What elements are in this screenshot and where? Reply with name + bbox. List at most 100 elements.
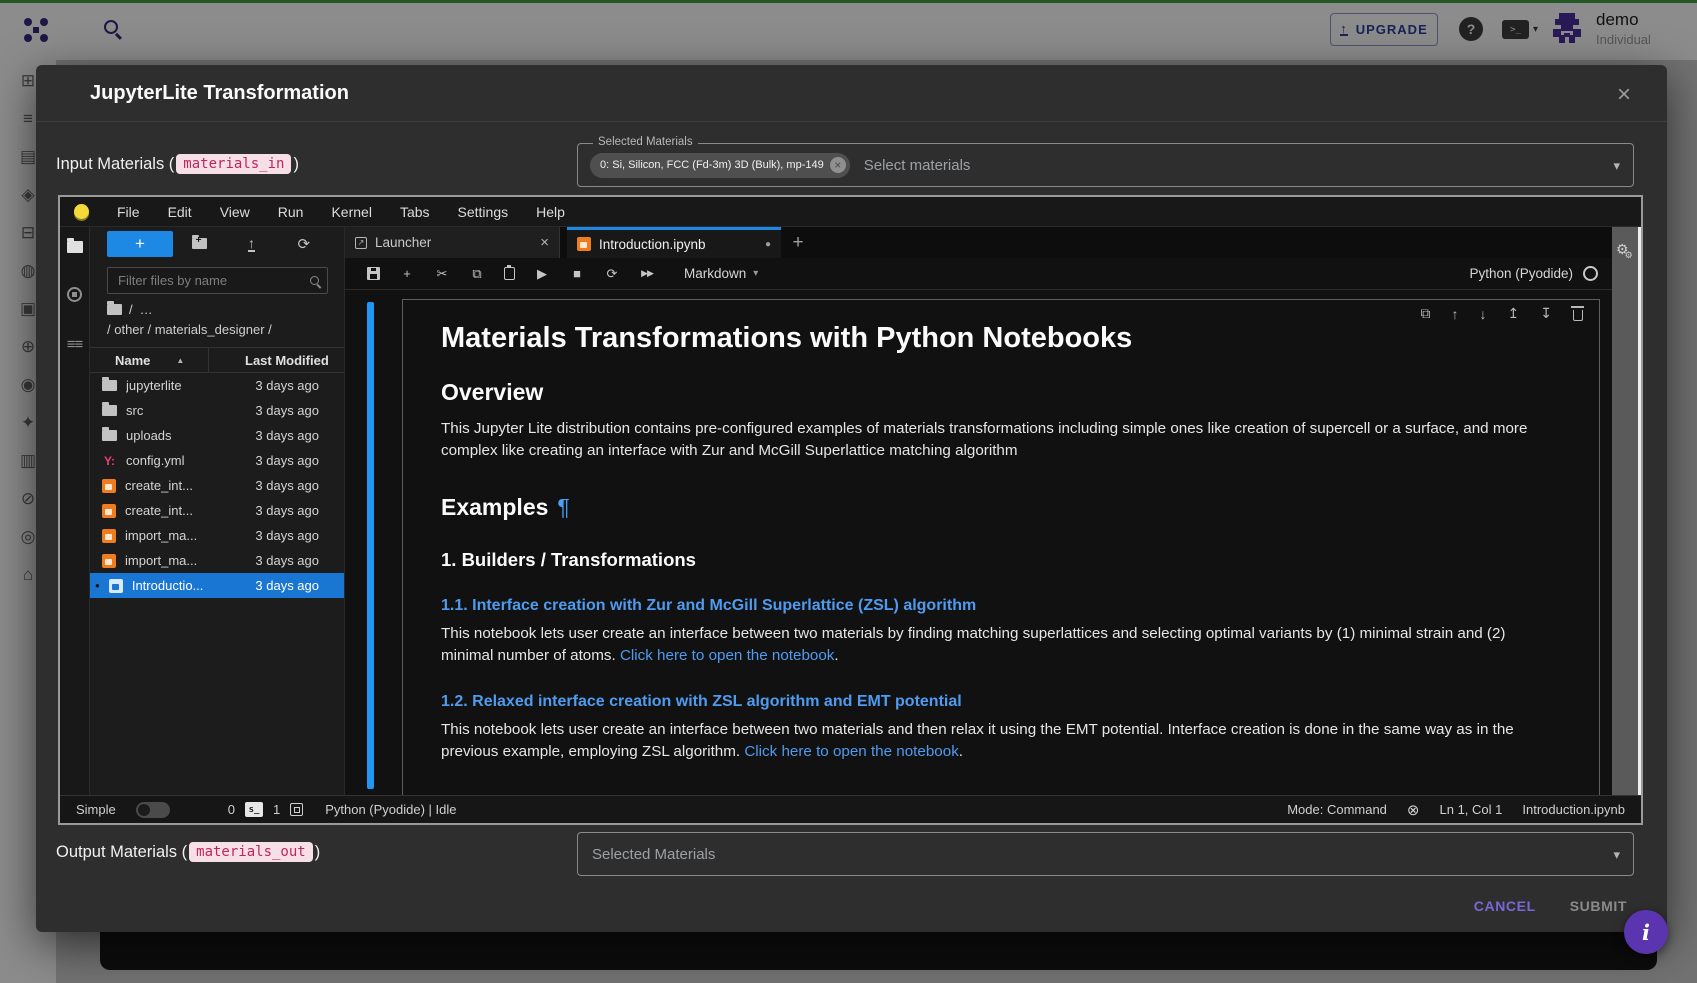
menu-tabs[interactable]: Tabs — [400, 204, 430, 220]
filter-files-box[interactable] — [107, 267, 328, 294]
chevron-down-icon[interactable]: ▾ — [1613, 847, 1620, 863]
run-icon[interactable]: ▶ — [534, 266, 550, 282]
output-materials-select[interactable]: Selected Materials ▾ — [577, 832, 1634, 876]
move-cell-down-icon[interactable]: ↓ — [1480, 306, 1487, 322]
home-folder-icon[interactable] — [107, 304, 122, 315]
menu-file[interactable]: File — [117, 204, 140, 220]
menu-edit[interactable]: Edit — [168, 204, 192, 220]
file-row[interactable]: create_int... 3 days ago — [90, 473, 344, 498]
markdown-cell[interactable]: ⧉ ↑ ↓ ↥ ↧ Materials Transformations with… — [402, 299, 1600, 795]
cut-icon[interactable]: ✂ — [434, 266, 450, 282]
tab-bar: ↗ Launcher × Introduction.ipynb ● + — [345, 227, 1612, 258]
upload-files-icon[interactable]: ↑ — [225, 235, 277, 253]
file-row[interactable]: jupyterlite 3 days ago — [90, 373, 344, 398]
active-file-name: Introduction.ipynb — [1522, 802, 1625, 817]
duplicate-cell-icon[interactable]: ⧉ — [1421, 305, 1431, 322]
menu-help[interactable]: Help — [536, 204, 565, 220]
notebook-file-icon — [102, 479, 116, 493]
chip-delete-icon[interactable]: × — [830, 157, 846, 173]
tab-introduction-ipynb[interactable]: Introduction.ipynb ● — [567, 227, 781, 258]
new-folder-icon[interactable] — [173, 235, 225, 253]
column-last-modified[interactable]: Last Modified — [209, 353, 329, 368]
kernel-chip-icon — [290, 803, 303, 816]
submit-button[interactable]: SUBMIT — [1570, 898, 1627, 914]
item-1-1-heading-link[interactable]: 1.1. Interface creation with Zur and McG… — [441, 597, 1563, 615]
restart-run-all-icon[interactable]: ▶▶ — [639, 268, 655, 279]
open-notebook-link[interactable]: Click here to open the notebook — [620, 647, 834, 664]
file-row[interactable]: import_ma... 3 days ago — [90, 523, 344, 548]
breadcrumb-path[interactable]: / other / materials_designer / — [107, 322, 344, 337]
notebook-file-icon — [102, 554, 116, 568]
column-name[interactable]: Name ▲ — [90, 348, 209, 372]
running-kernels-icon[interactable] — [67, 287, 82, 302]
tab-launcher[interactable]: ↗ Launcher × — [345, 227, 560, 258]
select-placeholder: Select materials — [864, 157, 971, 174]
stop-icon[interactable]: ■ — [569, 266, 585, 281]
filter-files-input[interactable] — [118, 273, 310, 288]
new-tab-button[interactable]: + — [781, 227, 815, 258]
open-notebook-link[interactable]: Click here to open the notebook — [744, 743, 958, 760]
menu-view[interactable]: View — [220, 204, 250, 220]
simple-mode-toggle[interactable] — [136, 802, 170, 818]
kernel-name[interactable]: Python (Pyodide) — [1469, 266, 1573, 281]
item-1-1-paragraph: This notebook lets user create an interf… — [441, 623, 1551, 667]
folder-icon — [102, 405, 117, 416]
terminal-badge-icon: s_ — [245, 802, 263, 817]
item-1-2-heading-link[interactable]: 1.2. Relaxed interface creation with ZSL… — [441, 693, 1563, 711]
item-1-2-paragraph: This notebook lets user create an interf… — [441, 719, 1551, 763]
material-chip[interactable]: 0: Si, Silicon, FCC (Fd-3m) 3D (Bulk), m… — [590, 153, 850, 178]
menu-kernel[interactable]: Kernel — [331, 204, 371, 220]
new-launcher-button[interactable]: + — [107, 231, 173, 257]
restart-kernel-icon[interactable]: ⟳ — [604, 266, 620, 282]
breadcrumb-ellipsis[interactable]: … — [140, 302, 153, 317]
refresh-icon[interactable]: ⟳ — [278, 235, 330, 253]
close-icon[interactable]: × — [1617, 81, 1631, 109]
terminals-count[interactable]: 0 — [228, 802, 235, 817]
file-row[interactable]: Y: config.yml 3 days ago — [90, 448, 344, 473]
jupyter-menubar: File Edit View Run Kernel Tabs Settings … — [60, 197, 1641, 227]
file-row[interactable]: import_ma... 3 days ago — [90, 548, 344, 573]
cell-collapser[interactable] — [367, 302, 374, 789]
cell-type-select[interactable]: Markdown ▾ — [684, 266, 758, 281]
cancel-button[interactable]: CANCEL — [1474, 898, 1536, 914]
kernel-status-icon[interactable] — [1583, 266, 1598, 281]
menu-run[interactable]: Run — [278, 204, 304, 220]
search-icon — [310, 276, 319, 285]
jupyterlite-transformation-dialog: JupyterLite Transformation × Input Mater… — [36, 65, 1667, 932]
insert-cell-above-icon[interactable]: ↥ — [1508, 305, 1520, 322]
move-cell-up-icon[interactable]: ↑ — [1452, 306, 1459, 322]
delete-cell-icon[interactable] — [1573, 310, 1583, 321]
input-materials-code-chip: materials_in — [176, 154, 291, 174]
save-icon[interactable] — [367, 267, 380, 280]
input-materials-select[interactable]: Selected Materials 0: Si, Silicon, FCC (… — [577, 143, 1634, 187]
insert-cell-below-icon[interactable]: ↧ — [1540, 305, 1552, 322]
dialog-footer: CANCEL SUBMIT — [1474, 898, 1627, 914]
copy-icon[interactable]: ⧉ — [469, 266, 485, 282]
kernels-count[interactable]: 1 — [273, 802, 280, 817]
anchor-pilcrow-icon[interactable]: ¶ — [557, 494, 569, 520]
menu-settings[interactable]: Settings — [458, 204, 509, 220]
jupyterlite-embed: File Edit View Run Kernel Tabs Settings … — [58, 195, 1643, 825]
cursor-position[interactable]: Ln 1, Col 1 — [1440, 802, 1503, 817]
insert-cell-icon[interactable]: + — [399, 266, 415, 281]
breadcrumb[interactable]: / … / other / materials_designer / — [90, 294, 344, 341]
file-row-selected[interactable]: ● Introductio... 3 days ago — [90, 573, 344, 598]
close-icon[interactable]: × — [540, 234, 549, 251]
paste-icon[interactable] — [504, 267, 515, 280]
scrollbar-thumb[interactable] — [1638, 227, 1641, 795]
data-import-heading: 2. Data Import — [441, 791, 1563, 795]
notebook-content: ⧉ ↑ ↓ ↥ ↧ Materials Transformations with… — [345, 290, 1612, 795]
notebook-file-icon — [102, 504, 116, 518]
notebook-mode-indicator[interactable]: Mode: Command — [1287, 802, 1387, 817]
file-row[interactable]: create_int... 3 days ago — [90, 498, 344, 523]
property-inspector-gears-icon[interactable]: ⚙⚙ — [1616, 241, 1637, 258]
table-of-contents-icon[interactable]: ≡≡ — [67, 336, 83, 353]
file-row[interactable]: uploads 3 days ago — [90, 423, 344, 448]
file-row[interactable]: src 3 days ago — [90, 398, 344, 423]
info-fab-button[interactable]: i — [1624, 910, 1668, 954]
file-browser-icon[interactable] — [67, 241, 83, 253]
kernel-status-text[interactable]: Python (Pyodide) | Idle — [325, 802, 456, 817]
chevron-down-icon[interactable]: ▾ — [1613, 158, 1620, 174]
trust-shield-icon[interactable]: ⊗ — [1407, 801, 1420, 819]
unsaved-changes-dot-icon[interactable]: ● — [765, 239, 771, 250]
